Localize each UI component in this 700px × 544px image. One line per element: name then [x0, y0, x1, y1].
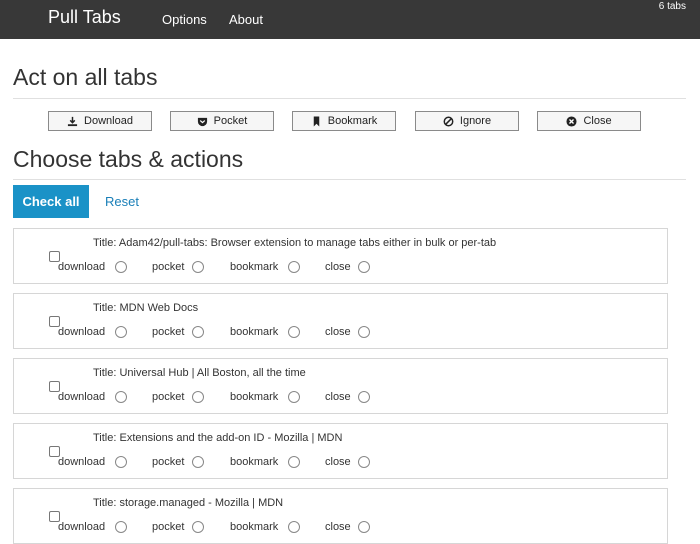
bookmark-all-label: Bookmark [327, 115, 378, 127]
bookmark-option-label: bookmark [230, 391, 279, 403]
tab-card: Title: storage.managed - Mozilla | MDN d… [13, 488, 668, 544]
tab-card: Title: MDN Web Docs download pocket book… [13, 293, 668, 349]
tab-title: Title: Extensions and the add-on ID - Mo… [93, 432, 343, 444]
ignore-all-button[interactable]: Ignore [415, 111, 519, 131]
pocket-radio[interactable] [192, 521, 204, 533]
download-all-label: Download [84, 115, 133, 127]
download-radio[interactable] [115, 521, 127, 533]
pocket-option-label: pocket [152, 391, 185, 403]
tab-title: Title: storage.managed - Mozilla | MDN [93, 497, 284, 509]
close-option-label: close [325, 521, 351, 533]
bookmark-radio[interactable] [288, 391, 300, 403]
tab-title: Title: Adam42/pull-tabs: Browser extensi… [93, 237, 497, 249]
app-brand[interactable]: Pull Tabs [48, 7, 121, 28]
close-radio[interactable] [358, 261, 370, 273]
top-navbar: Pull Tabs Options About 6 tabs [0, 0, 700, 39]
divider [13, 179, 686, 180]
tab-count: 6 tabs [658, 1, 686, 12]
close-all-label: Close [583, 115, 612, 127]
download-radio[interactable] [115, 391, 127, 403]
pocket-icon [197, 116, 208, 127]
close-circle-icon [566, 115, 577, 127]
choose-tabs-heading: Choose tabs & actions [13, 146, 244, 172]
download-radio[interactable] [115, 261, 127, 273]
close-option-label: close [325, 326, 351, 338]
close-all-button[interactable]: Close [537, 111, 641, 131]
download-option-label: download [58, 521, 106, 533]
bookmark-radio[interactable] [288, 261, 300, 273]
tab-card: Title: Adam42/pull-tabs: Browser extensi… [13, 228, 668, 284]
download-option-label: download [58, 391, 106, 403]
act-on-all-heading: Act on all tabs [13, 64, 158, 90]
ignore-all-label: Ignore [459, 115, 492, 127]
reset-link[interactable]: Reset [105, 194, 139, 209]
download-all-button[interactable]: Download [48, 111, 152, 131]
bookmark-option-label: bookmark [230, 261, 279, 273]
divider [13, 98, 686, 99]
bookmark-radio[interactable] [288, 521, 300, 533]
pocket-all-label: Pocket [213, 115, 248, 127]
close-option-label: close [325, 261, 351, 273]
close-radio[interactable] [358, 391, 370, 403]
nav-options-link[interactable]: Options [162, 12, 207, 27]
ignore-icon [443, 116, 454, 127]
close-radio[interactable] [358, 456, 370, 468]
download-option-label: download [58, 326, 106, 338]
bookmark-radio[interactable] [288, 326, 300, 338]
pocket-option-label: pocket [152, 521, 185, 533]
close-radio[interactable] [358, 521, 370, 533]
download-option-label: download [58, 456, 106, 468]
bookmark-option-label: bookmark [230, 456, 279, 468]
pocket-radio[interactable] [192, 456, 204, 468]
close-option-label: close [325, 456, 351, 468]
nav-about-link[interactable]: About [229, 12, 263, 27]
bookmark-radio[interactable] [288, 456, 300, 468]
download-radio[interactable] [115, 456, 127, 468]
pocket-option-label: pocket [152, 326, 185, 338]
bookmark-all-button[interactable]: Bookmark [292, 111, 396, 131]
pocket-radio[interactable] [192, 261, 204, 273]
download-radio[interactable] [115, 326, 127, 338]
bookmark-option-label: bookmark [230, 326, 279, 338]
pocket-radio[interactable] [192, 391, 204, 403]
close-option-label: close [325, 391, 351, 403]
tab-card: Title: Extensions and the add-on ID - Mo… [13, 423, 668, 479]
pocket-radio[interactable] [192, 326, 204, 338]
download-option-label: download [58, 261, 106, 273]
pocket-option-label: pocket [152, 456, 185, 468]
tab-card: Title: Universal Hub | All Boston, all t… [13, 358, 668, 414]
tab-title: Title: MDN Web Docs [93, 302, 199, 314]
pocket-all-button[interactable]: Pocket [170, 111, 274, 131]
tab-title: Title: Universal Hub | All Boston, all t… [93, 367, 306, 379]
check-all-button[interactable]: Check all [13, 185, 89, 218]
bookmark-icon [311, 115, 322, 127]
bookmark-option-label: bookmark [230, 521, 279, 533]
close-radio[interactable] [358, 326, 370, 338]
pocket-option-label: pocket [152, 261, 185, 273]
download-icon [67, 116, 78, 127]
